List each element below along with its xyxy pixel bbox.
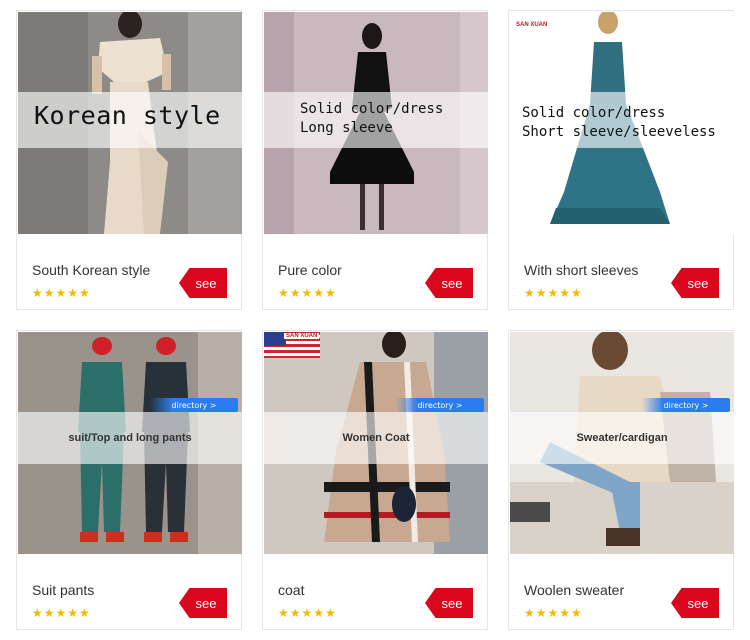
product-grid: Korean style South Korean style ★★★★★ se… [0,0,750,640]
directory-tag[interactable]: directory > [396,398,484,412]
star-rating: ★★★★★ [32,606,91,620]
star-rating: ★★★★★ [278,606,337,620]
product-card[interactable]: directory > suit/Top and long pants Suit… [16,330,242,630]
directory-tag[interactable]: directory > [642,398,730,412]
product-name[interactable]: With short sleeves [524,262,638,278]
product-footer: coat ★★★★★ see [263,554,487,629]
product-footer: Suit pants ★★★★★ see [17,554,241,629]
overlay-caption: Korean style [34,101,221,130]
overlay-caption-line-1: Solid color/dress [300,101,444,117]
product-photo[interactable]: directory > suit/Top and long pants [18,332,242,554]
product-card[interactable]: Solid color/dress Long sleeve Pure color… [262,10,488,310]
see-button[interactable]: see [425,268,473,298]
product-card[interactable]: SAN XUAN directory > Women Coat coat ★★★… [262,330,488,630]
overlay-caption: suit/Top and long pants [68,432,192,444]
star-rating: ★★★★★ [524,606,583,620]
overlay-caption: Sweater/cardigan [576,432,668,444]
directory-tag[interactable]: directory > [150,398,238,412]
overlay-caption: Women Coat [342,432,410,444]
star-rating: ★★★★★ [32,286,91,300]
product-name[interactable]: coat [278,582,304,598]
product-photo[interactable]: Solid color/dress Long sleeve [264,12,488,234]
product-photo[interactable]: directory > Sweater/cardigan [510,332,734,554]
overlay-caption-line-2: Long sleeve [300,120,393,136]
brand-mark: SAN XUAN [516,22,547,28]
product-card[interactable]: Korean style South Korean style ★★★★★ se… [16,10,242,310]
product-card[interactable]: directory > Sweater/cardigan Woolen swea… [508,330,734,630]
see-button[interactable]: see [179,588,227,618]
brand-label: SAN XUAN [284,333,320,339]
product-name[interactable]: Woolen sweater [524,582,624,598]
product-photo[interactable]: SAN XUAN directory > Women Coat [264,332,488,554]
product-footer: Woolen sweater ★★★★★ see [509,554,733,629]
see-button[interactable]: see [671,588,719,618]
product-footer: South Korean style ★★★★★ see [17,234,241,309]
see-button[interactable]: see [425,588,473,618]
overlay-caption-line-1: Solid color/dress [522,105,666,121]
star-rating: ★★★★★ [524,286,583,300]
star-rating: ★★★★★ [278,286,337,300]
see-button[interactable]: see [179,268,227,298]
product-photo[interactable]: Korean style [18,12,242,234]
overlay-caption-line-2: Short sleeve/sleeveless [522,124,716,140]
product-name[interactable]: South Korean style [32,262,150,278]
see-button[interactable]: see [671,268,719,298]
product-footer: Pure color ★★★★★ see [263,234,487,309]
product-footer: With short sleeves ★★★★★ see [509,234,733,309]
product-name[interactable]: Pure color [278,262,342,278]
product-name[interactable]: Suit pants [32,582,94,598]
product-photo[interactable]: SAN XUAN Solid color/dress Short sleeve/… [510,12,734,234]
product-card[interactable]: SAN XUAN Solid color/dress Short sleeve/… [508,10,734,310]
